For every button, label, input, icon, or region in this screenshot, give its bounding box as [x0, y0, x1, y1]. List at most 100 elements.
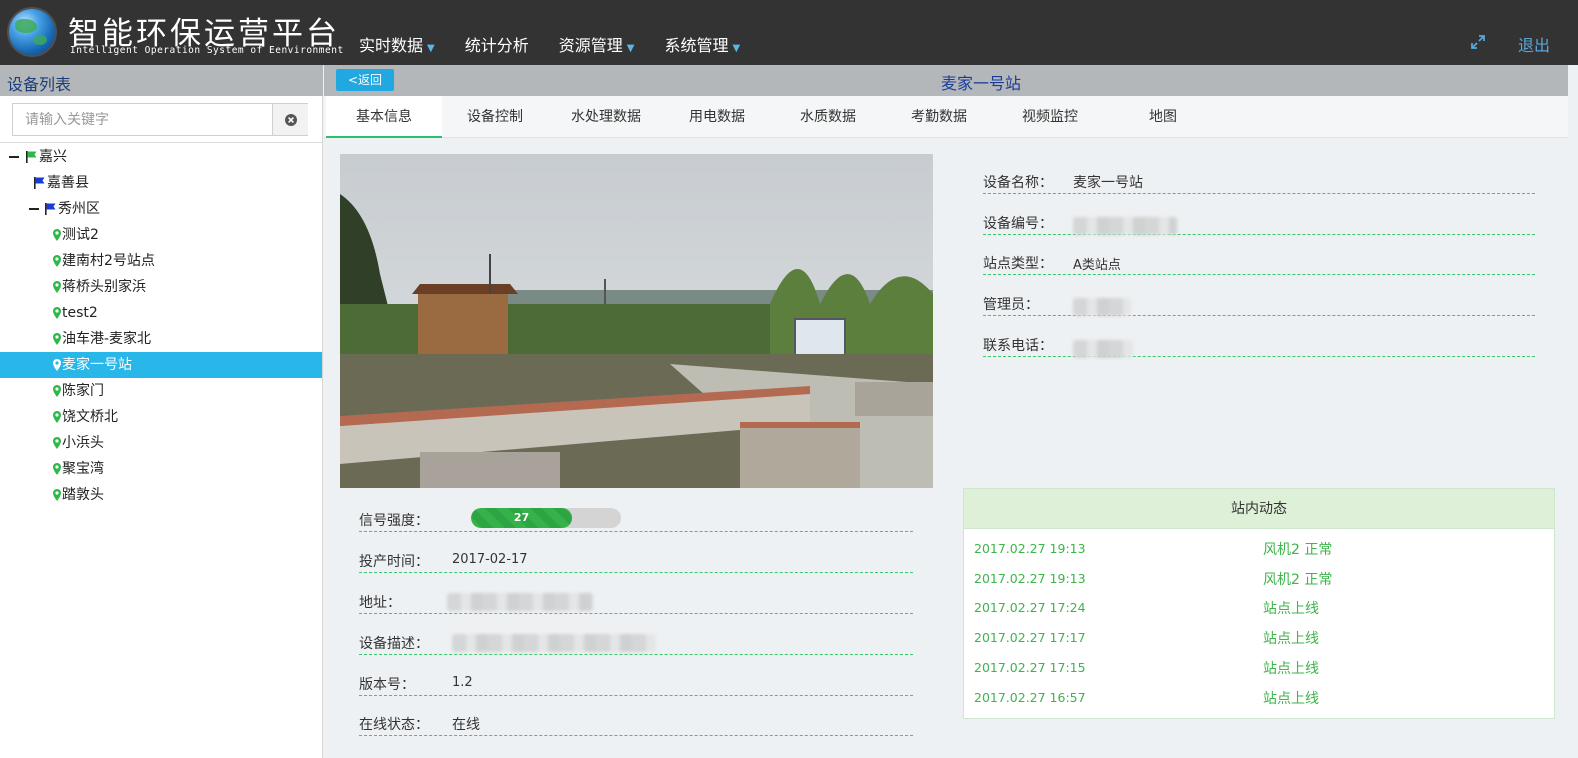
tree-item[interactable]: 嘉兴 — [0, 144, 322, 170]
tree-item[interactable]: 建南村2号站点 — [0, 248, 322, 274]
tree-item[interactable]: test2 — [0, 300, 322, 326]
address-label: 地址： — [359, 595, 401, 611]
caret-down-icon: ▼ — [427, 43, 435, 54]
tree-item-label: 陈家门 — [62, 383, 104, 399]
phone-label: 联系电话： — [983, 338, 1053, 354]
commission-date-value: 2017-02-17 — [452, 552, 528, 567]
tree-item-label: 建南村2号站点 — [62, 253, 155, 269]
event-time: 2017.02.27 17:15 — [974, 659, 1086, 675]
phone-row: 联系电话： — [983, 333, 1535, 358]
tab-basic-info[interactable]: 基本信息 — [326, 96, 442, 138]
tree-item-label: 蒋桥头别家浜 — [62, 279, 146, 295]
tree-item[interactable]: 蒋桥头别家浜 — [0, 274, 322, 300]
clear-icon — [284, 113, 297, 126]
event-time: 2017.02.27 19:13 — [974, 570, 1086, 586]
address-row: 地址： — [359, 590, 913, 614]
event-time: 2017.02.27 17:24 — [974, 600, 1086, 616]
sidebar-header: 设备列表 — [0, 65, 323, 96]
description-value-redacted — [452, 634, 656, 652]
nav-item-resources[interactable]: 资源管理 ▼ — [559, 32, 635, 56]
collapse-toggle-icon[interactable] — [9, 156, 19, 158]
tree-item-label: 测试2 — [62, 227, 99, 243]
station-type-row: 站点类型： A类站点 — [983, 251, 1535, 275]
app-subtitle: Intelligent Operation System of Eenviron… — [70, 45, 344, 56]
signal-strength-row: 信号强度： 27 — [359, 508, 913, 532]
signal-strength-bar: 27 — [471, 508, 621, 528]
tab-device-control[interactable]: 设备控制 — [442, 96, 548, 138]
tree-item-label: 小浜头 — [62, 435, 104, 451]
device-name-row: 设备名称： 麦家一号站 — [983, 170, 1535, 194]
tree-item[interactable]: 嘉善县 — [0, 170, 322, 196]
event-message: 站点上线 — [1263, 601, 1319, 618]
tree-item-label: 嘉善县 — [47, 175, 89, 191]
search-input[interactable] — [13, 104, 272, 135]
tab-attendance[interactable]: 考勤数据 — [886, 96, 992, 138]
tree-item[interactable]: 踏敦头 — [0, 482, 322, 508]
caret-down-icon: ▼ — [732, 43, 741, 54]
tree-item[interactable]: 小浜头 — [0, 430, 322, 456]
logout-button[interactable]: 退出 — [1518, 32, 1550, 56]
event-message: 站点上线 — [1263, 631, 1319, 648]
tab-bar: 基本信息 设备控制 水处理数据 用电数据 水质数据 考勤数据 视频监控 地图 — [324, 96, 1568, 138]
signal-strength-value: 27 — [471, 508, 572, 528]
tab-water-treatment[interactable]: 水处理数据 — [553, 96, 659, 138]
station-events-panel: 站内动态 2017.02.27 19:13 风机2 正常 2017.02.27 19… — [963, 488, 1555, 719]
tree-item-label: 饶文桥北 — [62, 409, 118, 425]
tree-item-label: 油车港-麦家北 — [62, 331, 152, 347]
device-tree: 嘉兴嘉善县秀州区测试2 建南村2号站点 蒋桥头别家浜 test2 油车港-麦家北麦家一号… — [0, 144, 322, 508]
station-photo — [340, 154, 933, 488]
tab-water-quality[interactable]: 水质数据 — [775, 96, 881, 138]
tree-item[interactable]: 麦家一号站 — [0, 352, 322, 378]
events-title: 站内动态 — [964, 489, 1554, 529]
tab-video[interactable]: 视频监控 — [997, 96, 1103, 138]
nav-item-system[interactable]: 系统管理 ▼ — [664, 32, 740, 56]
device-code-row: 设备编号： — [983, 211, 1535, 235]
tree-item[interactable]: 油车港-麦家北 — [0, 326, 322, 352]
tab-power-data[interactable]: 用电数据 — [664, 96, 770, 138]
flag-icon — [34, 177, 45, 189]
description-row: 设备描述： — [359, 631, 913, 655]
station-type-value: A类站点 — [1073, 258, 1121, 273]
commission-date-row: 投产时间： 2017-02-17 — [359, 549, 913, 573]
tab-map[interactable]: 地图 — [1108, 96, 1218, 138]
event-time: 2017.02.27 19:13 — [974, 541, 1086, 556]
flag-icon — [45, 203, 56, 215]
event-message: 风机2 正常 — [1263, 571, 1333, 588]
commission-date-label: 投产时间： — [359, 554, 429, 570]
station-header: <返回 麦家一号站 — [324, 65, 1568, 96]
event-row: 2017.02.27 16:57 站点上线 — [964, 684, 1554, 714]
top-navbar: 智能环保运营平台 Intelligent Operation System of… — [0, 0, 1578, 65]
globe-logo-icon — [9, 9, 55, 55]
signal-strength-label: 信号强度： — [359, 513, 429, 529]
divider — [0, 142, 322, 143]
phone-value-redacted — [1073, 340, 1133, 358]
nav-item-realtime[interactable]: 实时数据 ▼ — [359, 32, 435, 56]
event-message: 站点上线 — [1263, 690, 1319, 707]
nav-item-statistics[interactable]: 统计分析 — [465, 32, 529, 56]
device-name-value: 麦家一号站 — [1073, 175, 1143, 191]
device-name-label: 设备名称： — [983, 175, 1053, 191]
event-time: 2017.02.27 17:17 — [974, 630, 1086, 646]
main-nav: 实时数据 ▼ 统计分析 资源管理 ▼ 系统管理 ▼ — [359, 32, 770, 56]
tree-item[interactable]: 聚宝湾 — [0, 456, 322, 482]
tree-item[interactable]: 陈家门 — [0, 378, 322, 404]
event-time: 2017.02.27 16:57 — [974, 689, 1086, 705]
event-row: 2017.02.27 19:13 风机2 正常 — [964, 535, 1554, 565]
sidebar-title: 设备列表 — [7, 75, 72, 94]
admin-row: 管理员： — [983, 292, 1535, 316]
tree-item[interactable]: 饶文桥北 — [0, 404, 322, 430]
search-box — [12, 103, 308, 136]
tree-item[interactable]: 秀州区 — [0, 196, 322, 222]
admin-value-redacted — [1073, 298, 1131, 316]
event-row: 2017.02.27 17:15 站点上线 — [964, 654, 1554, 684]
flag-icon — [26, 151, 37, 163]
clear-search-button[interactable] — [272, 104, 308, 135]
event-row: 2017.02.27 19:13 风机2 正常 — [964, 565, 1554, 595]
description-label: 设备描述： — [359, 636, 429, 652]
fullscreen-icon[interactable] — [1470, 34, 1486, 50]
tree-item[interactable]: 测试2 — [0, 222, 322, 248]
device-code-value-redacted — [1073, 217, 1177, 235]
online-status-label: 在线状态： — [359, 717, 429, 733]
device-list-sidebar: 嘉兴嘉善县秀州区测试2 建南村2号站点蒋桥头别家浜 test2 油车港-麦家北麦家一号… — [0, 96, 323, 758]
collapse-toggle-icon[interactable] — [29, 208, 39, 210]
